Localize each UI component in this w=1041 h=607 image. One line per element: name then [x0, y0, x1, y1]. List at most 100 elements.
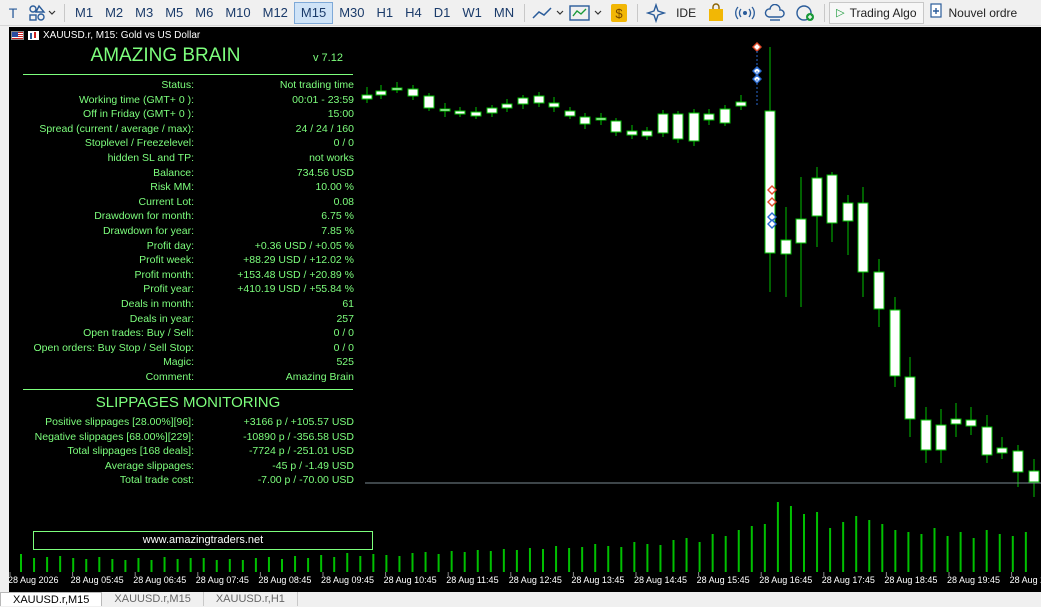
timeframe-m15[interactable]: M15: [293, 1, 334, 24]
panel-row-label: Positive slippages [28.00%][96]:: [45, 416, 194, 428]
panel-row-label: Working time (GMT+ 0 ):: [78, 93, 194, 106]
candle-body: [672, 113, 684, 140]
panel-row-label: Stoplevel / Freezelevel:: [84, 137, 194, 150]
panel-row-label: Deals in month:: [121, 298, 194, 310]
x-axis-label: 28 Aug 07:45: [196, 575, 249, 585]
timeframe-h4[interactable]: H4: [399, 2, 428, 24]
new-order-label: Nouvel ordre: [948, 5, 1018, 20]
x-axis-label: 28 Aug 18:45: [884, 575, 937, 585]
timeframe-w1[interactable]: W1: [456, 2, 488, 24]
sparkle-icon[interactable]: [642, 2, 670, 24]
chart-tab[interactable]: XAUUSD.r,M15: [102, 592, 204, 606]
timeframe-mn[interactable]: MN: [488, 2, 520, 24]
x-axis-label: 28 Aug 08:45: [258, 575, 311, 585]
panel-row-label: Spread (current / average / max):: [39, 122, 194, 135]
new-order-button[interactable]: Nouvel ordre: [924, 2, 1024, 24]
timeframe-h1[interactable]: H1: [371, 2, 400, 24]
main-toolbar: T M1 M2 M3 M5 M6 M10 M12 M15 M30 H1 H4 D1 W1 MN $ IDE…: [0, 0, 1041, 26]
candle-body: [361, 94, 373, 100]
panel-divider: [23, 74, 353, 75]
panel-title: AMAZING BRAIN: [90, 45, 241, 66]
timeframe-m6[interactable]: M6: [189, 2, 219, 24]
candle-body: [610, 120, 622, 133]
candle-body: [857, 202, 869, 273]
candle-body: [719, 108, 731, 124]
panel-row-label: Profit month:: [134, 268, 194, 281]
x-axis-label: 28 Aug 15:45: [697, 575, 750, 585]
panel-row-value: 0 / 0: [333, 341, 354, 354]
panel-row: Working time (GMT+ 0 ): 00:01 - 23:59: [23, 93, 354, 107]
chart-symbol-title: XAUUSD.r, M15: Gold vs US Dollar: [43, 30, 201, 41]
price-chart[interactable]: 28 Aug 2026 28 Aug 05:45 28 Aug 06:45 28 Au…: [9, 27, 1041, 592]
timeframe-m10[interactable]: M10: [219, 2, 256, 24]
panel-row: Total trade cost: -7.00 p / -70.00 USD: [23, 473, 354, 487]
chart-tab[interactable]: XAUUSD.r,H1: [204, 592, 298, 606]
panel-row-value: 0 / 0: [333, 137, 354, 150]
x-axis-label: 28 Aug 2026: [9, 575, 59, 585]
candle-body: [1028, 470, 1040, 483]
x-axis-label: 28 Aug 06:45: [133, 575, 186, 585]
shapes-tool-icon[interactable]: [26, 2, 60, 24]
chart-symbol-header: XAUUSD.r, M15: Gold vs US Dollar: [11, 30, 200, 41]
x-axis-label: 28 Aug 19:45: [947, 575, 1000, 585]
x-axis-label: 28 Aug 09:45: [321, 575, 374, 585]
timeframe-m12[interactable]: M12: [257, 2, 294, 24]
line-chart-icon[interactable]: [529, 2, 567, 24]
timeframe-m2[interactable]: M2: [99, 2, 129, 24]
trade-marker: [752, 42, 762, 52]
text-tool-icon[interactable]: T: [0, 2, 26, 24]
candle-body: [873, 271, 885, 310]
bar-chart-icon: [28, 31, 39, 40]
trading-algo-label: Trading Algo: [849, 5, 917, 20]
timeframe-m30[interactable]: M30: [333, 2, 370, 24]
indicators-icon[interactable]: [567, 2, 605, 24]
panel-row-value: 24 / 24 / 160: [295, 122, 354, 135]
panel-row: hidden SL and TP: not works: [23, 151, 354, 165]
panel-row-value: 734.56 USD: [296, 166, 354, 179]
panel-row: Profit month: +153.48 USD / +20.89 %: [23, 268, 354, 282]
candle-body: [391, 87, 403, 91]
timeframe-m1[interactable]: M1: [69, 2, 99, 24]
panel-row-label: Profit year:: [143, 283, 194, 296]
timeframe-d1[interactable]: D1: [428, 2, 457, 24]
x-axis-label: 28 Aug 05:45: [71, 575, 124, 585]
panel-row: Total slippages [168 deals]: -7724 p / -2…: [23, 444, 354, 458]
chart-tab[interactable]: XAUUSD.r,M15: [0, 592, 103, 606]
candle-body: [950, 418, 962, 425]
x-axis-label: 28 Aug 12:45: [509, 575, 562, 585]
panel-row-label: Balance:: [153, 166, 194, 179]
candle-body: [826, 174, 838, 224]
signals-broadcast-icon[interactable]: [730, 2, 760, 24]
panel-row-label: Open trades: Buy / Sell:: [83, 327, 194, 340]
add-market-watch-icon[interactable]: [790, 2, 820, 24]
dollar-signal-icon[interactable]: $: [605, 2, 633, 24]
candle-body: [626, 130, 638, 136]
timeframe-m5[interactable]: M5: [159, 2, 189, 24]
panel-row-value: +88.29 USD / +12.02 %: [243, 254, 354, 267]
candle-body: [407, 88, 419, 97]
candle-body: [688, 112, 700, 142]
panel-row: Open trades: Buy / Sell: 0 / 0: [23, 326, 354, 340]
panel-row-label: Current Lot:: [138, 195, 194, 208]
panel-row-value: +153.48 USD / +20.89 %: [237, 268, 354, 281]
candle-body: [811, 177, 823, 217]
market-bag-icon[interactable]: [702, 2, 730, 24]
ide-button[interactable]: IDE: [670, 2, 702, 24]
x-axis-label: 28 Aug 11:45: [446, 575, 498, 585]
panel-row: Deals in year: 257: [23, 312, 354, 326]
panel-row-label: Deals in year:: [129, 312, 194, 325]
candle-body: [889, 309, 901, 377]
timeframe-m3[interactable]: M3: [129, 2, 159, 24]
website-link[interactable]: www.amazingtraders.net: [33, 531, 373, 550]
new-order-icon: [929, 3, 944, 22]
candle-body: [965, 419, 977, 427]
vps-cloud-icon[interactable]: [760, 2, 790, 24]
panel-row-label: Risk MM:: [150, 181, 194, 194]
candle-body: [904, 376, 916, 420]
slippage-title: SLIPPAGES MONITORING: [95, 394, 281, 411]
panel-row-value: -10890 p / -356.58 USD: [243, 430, 354, 443]
panel-row-value: Not trading time: [279, 79, 354, 91]
x-axis-label: 28 Aug 13:45: [571, 575, 624, 585]
panel-row-value: 00:01 - 23:59: [292, 93, 354, 106]
trading-algo-button[interactable]: ▷ Trading Algo: [829, 1, 924, 24]
